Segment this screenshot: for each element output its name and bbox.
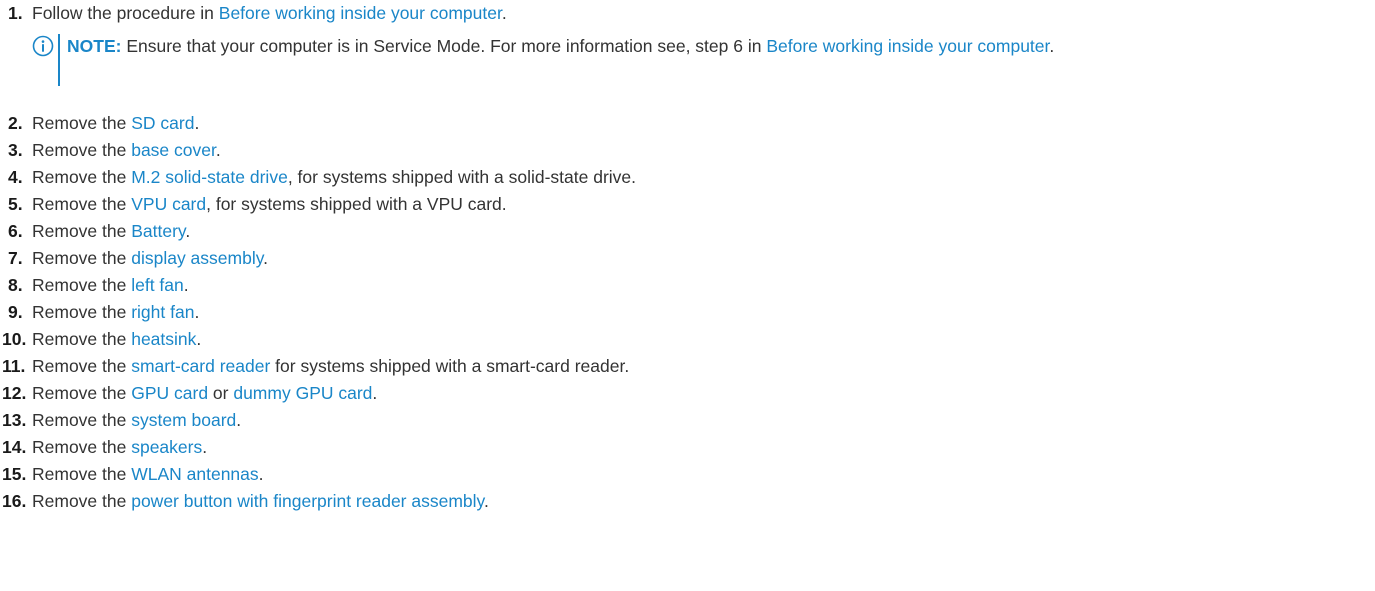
step-text: Remove the M.2 solid-state drive, for sy… — [32, 164, 636, 190]
step-text-middle: or — [208, 383, 234, 403]
step-text-after: . — [263, 248, 269, 268]
smart-card-reader-link[interactable]: smart-card reader — [131, 356, 270, 376]
step-text-before: Remove the — [32, 491, 132, 511]
step-text: Remove the display assembly. — [32, 245, 268, 271]
step-text-before: Remove the — [32, 275, 132, 295]
step-text: Remove the right fan. — [32, 299, 199, 325]
step-text-after: . — [202, 437, 208, 457]
step-number: 15. — [2, 464, 27, 484]
note-text: NOTE: Ensure that your computer is in Se… — [67, 32, 1367, 60]
step-text: Remove the VPU card, for systems shipped… — [32, 191, 507, 217]
note-text-after: . — [1049, 36, 1055, 56]
step-number: 2. — [8, 113, 23, 133]
ssd-link[interactable]: M.2 solid-state drive — [131, 167, 288, 187]
info-circle-icon — [32, 35, 54, 57]
vpu-card-link[interactable]: VPU card — [131, 194, 206, 214]
step-number: 10. — [2, 329, 27, 349]
step-text-after: . — [194, 302, 200, 322]
power-button-fingerprint-link[interactable]: power button with fingerprint reader ass… — [131, 491, 484, 511]
base-cover-link[interactable]: base cover — [131, 140, 216, 160]
heatsink-link[interactable]: heatsink — [131, 329, 196, 349]
note-body: Ensure that your computer is in Service … — [121, 36, 767, 56]
step-text-before: Remove the — [32, 437, 132, 457]
step-text-before: Remove the — [32, 167, 132, 187]
procedure-steps: 1. Follow the procedure in Before workin… — [0, 0, 1375, 591]
step-number: 13. — [2, 410, 27, 430]
step-text-after: . — [194, 113, 200, 133]
step-number: 16. — [2, 491, 27, 511]
wlan-antennas-link[interactable]: WLAN antennas — [131, 464, 258, 484]
note-box: NOTE: Ensure that your computer is in Se… — [32, 32, 1362, 88]
step-text-before: Remove the — [32, 221, 132, 241]
step-text-before: Remove the — [32, 140, 132, 160]
step-text-after: , for systems shipped with a solid-state… — [287, 167, 637, 187]
sd-card-link[interactable]: SD card — [131, 113, 194, 133]
step-text: Remove the WLAN antennas. — [32, 461, 264, 487]
step-text-after: , for systems shipped with a VPU card. — [206, 194, 507, 214]
step-text-before: Remove the — [32, 356, 132, 376]
step-text-before: Remove the — [32, 302, 132, 322]
step-text-before: Remove the — [32, 329, 132, 349]
step-text: Remove the system board. — [32, 407, 241, 433]
step-text: Remove the Battery. — [32, 218, 190, 244]
step-text-after: . — [501, 3, 507, 23]
step-text-after: . — [484, 491, 489, 511]
note-divider — [58, 34, 60, 86]
step-text-after: . — [183, 275, 189, 295]
step-text-before: Remove the — [32, 248, 132, 268]
step-text: Remove the heatsink. — [32, 326, 201, 352]
step-text-after: . — [215, 140, 221, 160]
step-text-before: Follow the procedure in — [32, 3, 219, 23]
step-text: Remove the base cover. — [32, 137, 221, 163]
step-text-after: . — [185, 221, 191, 241]
system-board-link[interactable]: system board — [131, 410, 236, 430]
step-number: 14. — [2, 437, 27, 457]
step-text-before: Remove the — [32, 113, 132, 133]
right-fan-link[interactable]: right fan — [131, 302, 194, 322]
step-text: Remove the SD card. — [32, 110, 199, 136]
step-number: 7. — [8, 248, 23, 268]
step-number: 8. — [8, 275, 23, 295]
step-text-before: Remove the — [32, 410, 132, 430]
step-text-after: . — [258, 464, 264, 484]
left-fan-link[interactable]: left fan — [131, 275, 184, 295]
step-number: 12. — [2, 383, 27, 403]
step-text-after: for systems shipped with a smart-card re… — [270, 356, 630, 376]
step-text-after: . — [372, 383, 378, 403]
step-number: 9. — [8, 302, 23, 322]
step-text: Follow the procedure in Before working i… — [32, 0, 507, 26]
gpu-card-link[interactable]: GPU card — [131, 383, 208, 403]
step-number: 6. — [8, 221, 23, 241]
step-text: Remove the smart-card reader for systems… — [32, 353, 629, 379]
step-number: 3. — [8, 140, 23, 160]
step-text-after: . — [196, 329, 202, 349]
step-text: Remove the left fan. — [32, 272, 189, 298]
step-text: Remove the GPU card or dummy GPU card. — [32, 380, 377, 406]
before-working-link[interactable]: Before working inside your computer — [219, 3, 502, 23]
step-text-after: . — [236, 410, 242, 430]
step-text-before: Remove the — [32, 383, 132, 403]
step-number: 4. — [8, 167, 23, 187]
step-text: Remove the speakers. — [32, 434, 207, 460]
step-text-before: Remove the — [32, 194, 132, 214]
battery-link[interactable]: Battery — [131, 221, 185, 241]
step-text-before: Remove the — [32, 464, 132, 484]
speakers-link[interactable]: speakers — [131, 437, 202, 457]
dummy-gpu-card-link[interactable]: dummy GPU card — [233, 383, 372, 403]
display-assembly-link[interactable]: display assembly — [131, 248, 263, 268]
note-label: NOTE: — [67, 36, 122, 56]
note-before-working-link[interactable]: Before working inside your computer — [766, 36, 1049, 56]
step-number: 5. — [8, 194, 23, 214]
step-number: 1. — [8, 3, 23, 23]
step-text: Remove the power button with fingerprint… — [32, 488, 489, 514]
step-number: 11. — [2, 356, 26, 376]
